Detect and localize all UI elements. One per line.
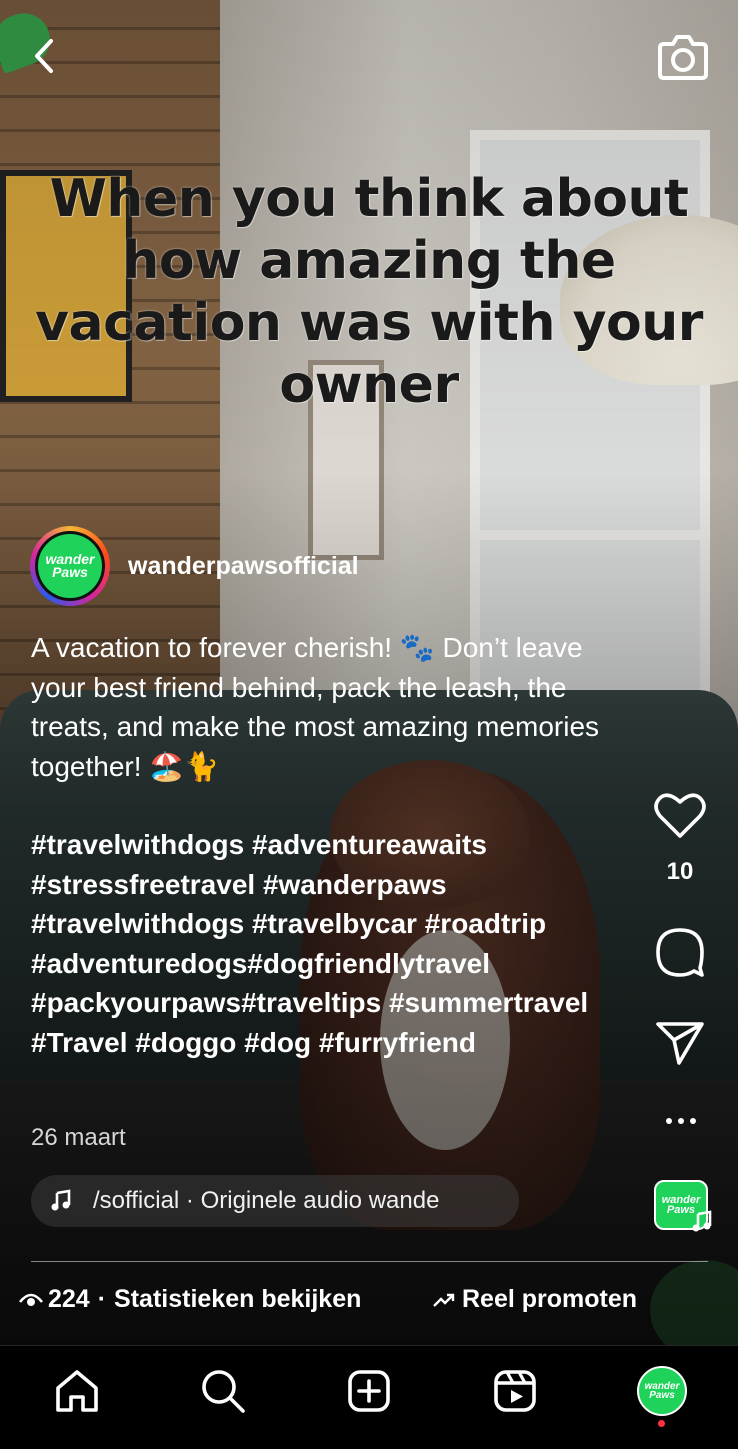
stats-separator: · (97, 1285, 107, 1313)
music-note-icon (51, 1189, 71, 1211)
home-icon (56, 1370, 98, 1412)
eye-icon (18, 1293, 44, 1306)
reel-overlay-text: When you think about how amazing the vac… (35, 169, 703, 415)
camera-button[interactable] (656, 32, 710, 82)
tab-create[interactable] (344, 1366, 394, 1416)
heart-icon (654, 793, 706, 838)
reel-caption[interactable]: A vacation to forever cherish! 🐾 Don’t l… (31, 628, 601, 1062)
share-button[interactable] (645, 1020, 715, 1066)
promote-label: Reel promoten (462, 1285, 638, 1313)
author-avatar[interactable]: wander Paws (30, 526, 110, 606)
promote-reel-button[interactable]: Reel promoten (432, 1285, 637, 1314)
profile-avatar: wander Paws (637, 1366, 687, 1416)
tab-reels[interactable] (490, 1366, 540, 1416)
caption-hashtags[interactable]: #travelwithdogs #adventureawaits #stress… (31, 825, 601, 1062)
comment-icon (656, 928, 704, 977)
audio-label: /sofficial · Originele audio wande (93, 1187, 440, 1214)
divider (31, 1261, 708, 1262)
create-icon (348, 1370, 390, 1412)
notification-dot (658, 1420, 665, 1427)
music-note-icon (692, 1210, 712, 1232)
reel-screen: When you think about how amazing the vac… (0, 0, 738, 1449)
view-stats-link[interactable]: 224 · Statistieken bekijken (18, 1285, 361, 1314)
camera-icon (658, 35, 708, 80)
caption-text: A vacation to forever cherish! 🐾 Don’t l… (31, 632, 600, 782)
stats-label: Statistieken bekijken (114, 1285, 362, 1313)
chevron-left-icon (35, 39, 53, 73)
search-icon (202, 1370, 245, 1413)
comment-button[interactable] (645, 926, 715, 978)
more-icon (666, 1118, 672, 1124)
author-username[interactable]: wanderpawsofficial (128, 552, 359, 581)
share-icon (656, 1022, 704, 1065)
like-count[interactable]: 10 (645, 858, 715, 886)
tab-profile[interactable]: wander Paws (637, 1366, 687, 1416)
more-options-button[interactable] (656, 1106, 706, 1136)
avatar-logo-text: wander Paws (38, 534, 102, 598)
back-button[interactable] (26, 36, 62, 76)
view-count: 224 (48, 1285, 90, 1313)
tab-home[interactable] (52, 1366, 102, 1416)
reels-icon (494, 1370, 536, 1412)
trending-up-icon (433, 1293, 455, 1307)
post-date: 26 maart (31, 1124, 126, 1151)
audio-link[interactable]: /sofficial · Originele audio wande (31, 1175, 519, 1227)
bottom-nav: wander Paws (0, 1345, 738, 1449)
tab-search[interactable] (198, 1366, 248, 1416)
reel-author: wander Paws wanderpawsofficial (30, 526, 359, 606)
like-button[interactable] (645, 792, 715, 840)
